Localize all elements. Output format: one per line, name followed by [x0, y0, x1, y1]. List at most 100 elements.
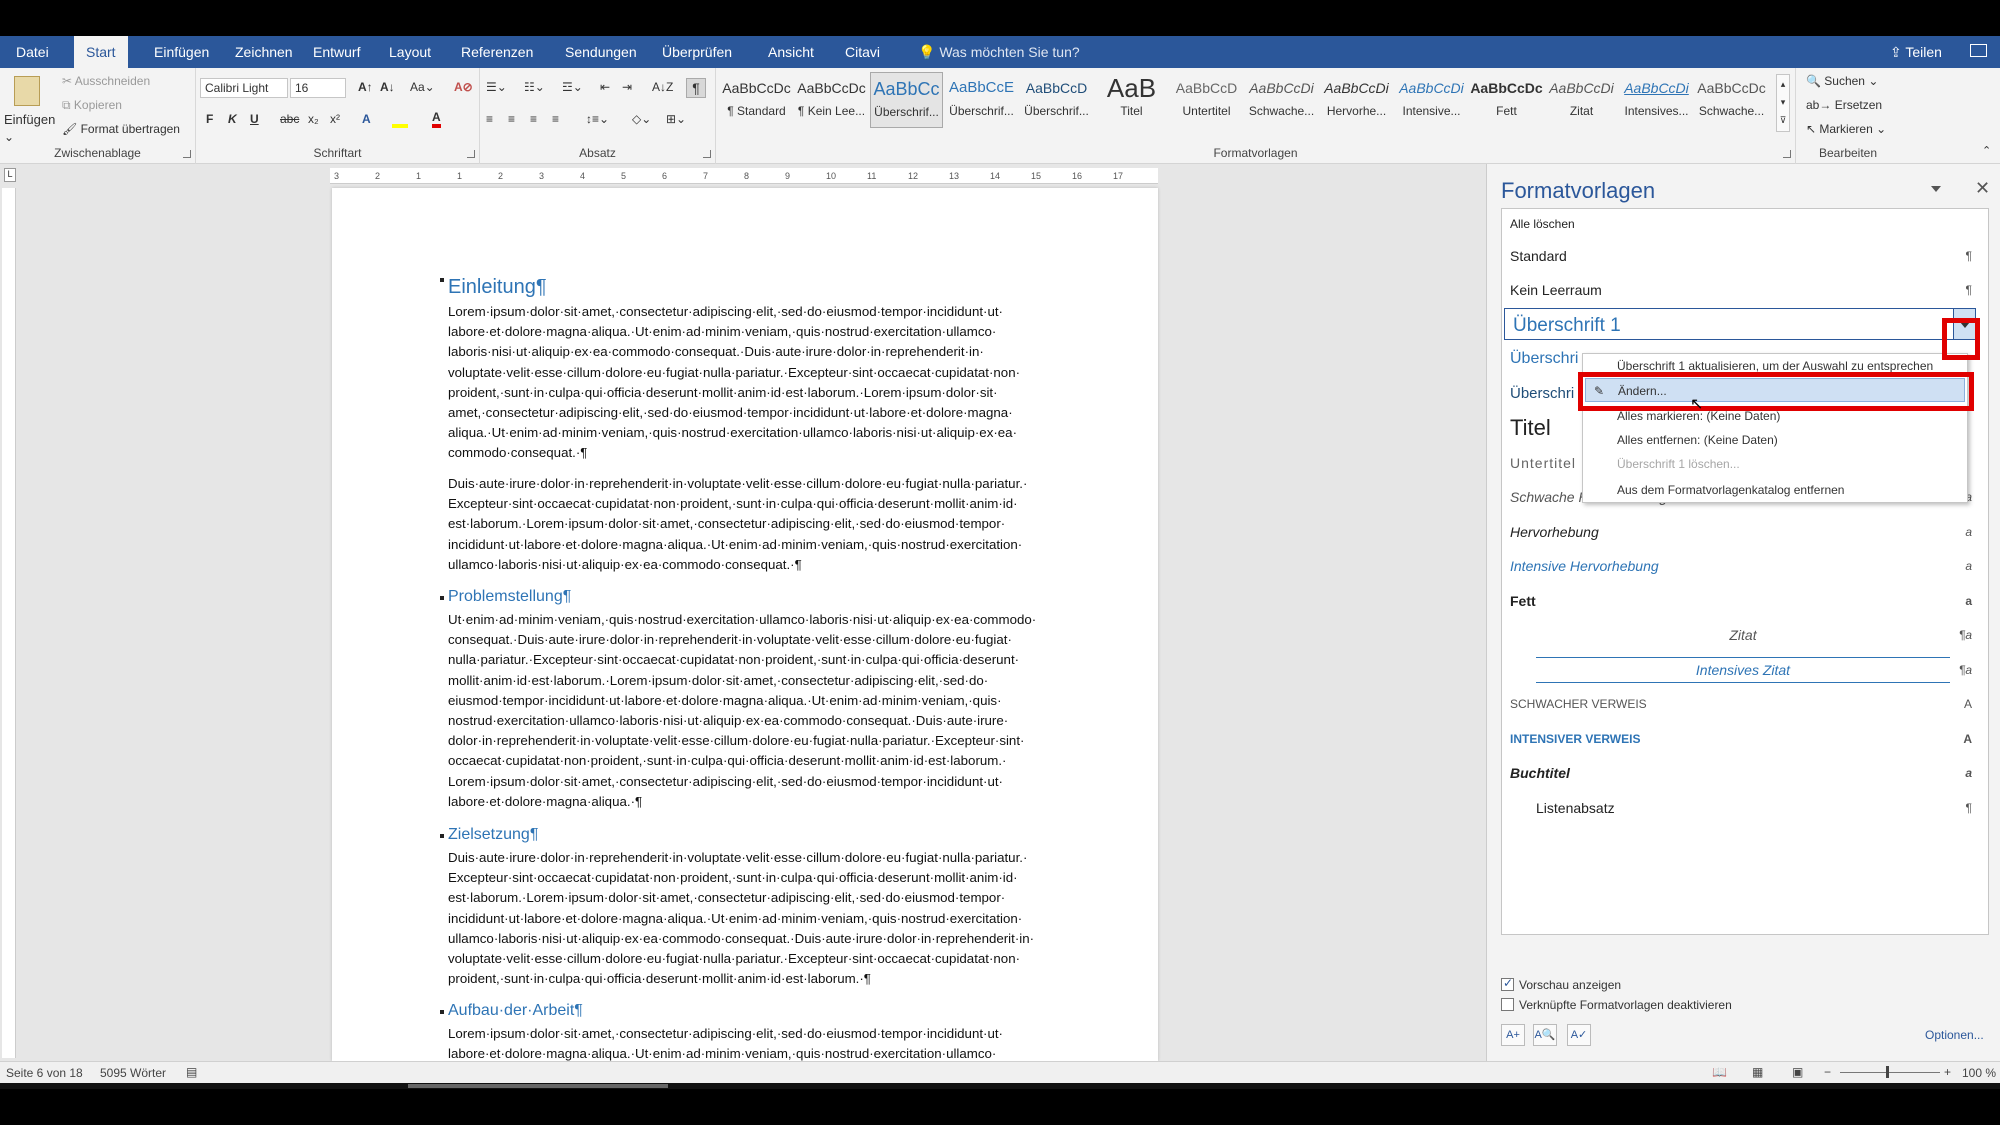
style-item-schwacher-verweis[interactable]: Schwacher Verweis a	[1510, 687, 1976, 721]
style-item-intensives-zitat[interactable]: Intensives Zitat ¶a	[1510, 653, 1976, 687]
document-page[interactable]: Einleitung¶ Lorem·ipsum·dolor·sit·amet,·…	[332, 188, 1158, 1061]
tab-einfuegen[interactable]: Einfügen	[142, 36, 221, 68]
tab-referenzen[interactable]: Referenzen	[449, 36, 545, 68]
tab-datei[interactable]: Datei	[4, 36, 61, 68]
new-style-icon[interactable]: A+	[1501, 1024, 1525, 1046]
style-tile-fett[interactable]: AaBbCcDc Fett	[1470, 72, 1543, 128]
shrink-font-icon[interactable]: A↓	[380, 80, 395, 94]
style-inspector-icon[interactable]: A🔍	[1533, 1024, 1557, 1046]
style-tile-schwache-hervorhebung[interactable]: AaBbCcDi Schwache...	[1245, 72, 1318, 128]
heading-einleitung[interactable]: Einleitung¶	[448, 276, 547, 299]
tab-sendungen[interactable]: Sendungen	[553, 36, 649, 68]
font-color-icon[interactable]: A	[432, 110, 441, 128]
paragraph-3[interactable]: Ut·enim·ad·minim·veniam,·quis·nostrud·ex…	[448, 610, 1060, 812]
style-item-listenabsatz[interactable]: Listenabsatz ¶	[1510, 791, 1976, 825]
style-tile-zitat[interactable]: AaBbCcDi Zitat	[1545, 72, 1618, 128]
line-spacing-icon[interactable]: ↕≡⌄	[586, 112, 609, 126]
comment-icon[interactable]	[1970, 44, 1987, 57]
tab-start[interactable]: Start	[74, 36, 128, 68]
align-left-icon[interactable]: ≡	[486, 112, 493, 126]
pane-options-icon[interactable]	[1931, 186, 1941, 192]
heading-aufbau[interactable]: Aufbau·der·Arbeit¶	[448, 1002, 583, 1020]
style-item-fett[interactable]: Fett a	[1510, 584, 1976, 618]
bullets-icon[interactable]: ☰⌄	[486, 80, 507, 94]
style-tile-ueberschrift-1[interactable]: AaBbCc Überschrif...	[870, 72, 943, 128]
multilevel-list-icon[interactable]: ☲⌄	[562, 80, 583, 94]
copy-button[interactable]: ⧉ Kopieren	[62, 98, 122, 113]
clear-format-icon[interactable]: A⊘	[454, 80, 473, 94]
style-item-standard[interactable]: Standard ¶	[1510, 239, 1976, 273]
find-button[interactable]: 🔍 Suchen ⌄	[1806, 74, 1878, 88]
menu-item-delete-style[interactable]: Überschrift 1 löschen...	[1617, 452, 1740, 476]
justify-icon[interactable]: ≡	[552, 112, 559, 126]
paste-button[interactable]: Einfügen	[4, 112, 55, 127]
collapse-ribbon-icon[interactable]: ⌃	[1982, 144, 1991, 157]
style-item-zitat[interactable]: Zitat ¶a	[1510, 618, 1976, 652]
word-count[interactable]: 5095 Wörter	[100, 1066, 166, 1080]
print-layout-icon[interactable]: ▦	[1752, 1065, 1763, 1079]
scrollbar-thumb[interactable]	[408, 1084, 668, 1088]
tab-ansicht[interactable]: Ansicht	[756, 36, 826, 68]
italic-button[interactable]: K	[228, 112, 237, 126]
align-right-icon[interactable]: ≡	[530, 112, 537, 126]
style-item-buchtitel[interactable]: Buchtitel a	[1510, 756, 1976, 790]
increase-indent-icon[interactable]: ⇥	[622, 80, 632, 94]
select-button[interactable]: ↖ Markieren ⌄	[1806, 122, 1886, 136]
vertical-ruler[interactable]	[2, 188, 16, 1058]
style-tile-kein-leerraum[interactable]: AaBbCcDc ¶ Kein Lee...	[795, 72, 868, 128]
zoom-level[interactable]: 100 %	[1962, 1066, 1996, 1080]
styles-launcher-icon[interactable]	[1783, 150, 1791, 158]
share-button[interactable]: ⇪ Teilen	[1890, 36, 1942, 68]
font-size-combo[interactable]: 16	[290, 78, 346, 98]
change-case-icon[interactable]: Aa⌄	[410, 80, 435, 94]
superscript-button[interactable]: x²	[330, 112, 340, 126]
tab-entwurf[interactable]: Entwurf	[301, 36, 372, 68]
text-effects-icon[interactable]: A	[362, 112, 371, 126]
show-preview-checkbox[interactable]	[1501, 976, 1514, 991]
numbering-icon[interactable]: ☷⌄	[524, 80, 545, 94]
close-icon[interactable]: ✕	[1975, 178, 1990, 199]
sort-icon[interactable]: A↓Z	[652, 80, 673, 94]
tab-ueberpruefen[interactable]: Überprüfen	[650, 36, 744, 68]
menu-item-remove-from-gallery[interactable]: Aus dem Formatvorlagenkatalog entfernen	[1617, 478, 1844, 502]
style-tile-intensives-zitat[interactable]: AaBbCcDi Intensives...	[1620, 72, 1693, 128]
style-item-kein-leerraum[interactable]: Kein Leerraum ¶	[1510, 273, 1976, 307]
paragraph-launcher-icon[interactable]	[703, 150, 711, 158]
tab-citavi[interactable]: Citavi	[833, 36, 892, 68]
shading-icon[interactable]: ◇⌄	[632, 112, 651, 126]
paste-dropdown-icon[interactable]: ⌄	[4, 130, 14, 144]
tab-zeichnen[interactable]: Zeichnen	[223, 36, 305, 68]
style-tile-hervorhebung[interactable]: AaBbCcDi Hervorhe...	[1320, 72, 1393, 128]
paragraph-5[interactable]: Lorem·ipsum·dolor·sit·amet,·consectetur·…	[448, 1024, 1060, 1061]
horizontal-ruler[interactable]: 3 2 1 1 2 3 4 5 6 7 8 9 10 11 12 13 14 15 16 17	[330, 168, 1158, 184]
grow-font-icon[interactable]: A↑	[358, 80, 373, 94]
zoom-out-icon[interactable]: −	[1824, 1065, 1831, 1079]
tab-layout[interactable]: Layout	[377, 36, 443, 68]
clipboard-launcher-icon[interactable]	[183, 150, 191, 158]
heading-problemstellung[interactable]: Problemstellung¶	[448, 588, 571, 606]
style-tile-ueberschrift-3[interactable]: AaBbCcD Überschrif...	[1020, 72, 1093, 128]
paragraph-2[interactable]: Duis·aute·irure·dolor·in·reprehenderit·i…	[448, 474, 1060, 575]
style-tile-standard[interactable]: AaBbCcDc ¶ Standard	[720, 72, 793, 128]
manage-styles-icon[interactable]: A✓	[1567, 1024, 1591, 1046]
style-item-ueberschrift-1[interactable]: Überschrift 1	[1504, 308, 1976, 340]
style-tile-untertitel[interactable]: AaBbCcD Untertitel	[1170, 72, 1243, 128]
heading-zielsetzung[interactable]: Zielsetzung¶	[448, 826, 538, 844]
paragraph-4[interactable]: Duis·aute·irure·dolor·in·reprehenderit·i…	[448, 848, 1060, 989]
disable-linked-checkbox[interactable]	[1501, 998, 1514, 1011]
strikethrough-button[interactable]: abc	[280, 112, 299, 126]
tab-selector-icon[interactable]: L	[4, 168, 16, 182]
styles-scroll-icon[interactable]: ▴ ▾ ⊽	[1776, 74, 1790, 132]
web-layout-icon[interactable]: ▣	[1792, 1065, 1803, 1079]
page-count[interactable]: Seite 6 von 18	[6, 1066, 83, 1080]
options-link[interactable]: Optionen...	[1925, 1028, 1984, 1042]
replace-button[interactable]: ab→ Ersetzen	[1806, 98, 1882, 112]
style-tile-titel[interactable]: AaB Titel	[1095, 72, 1168, 128]
read-mode-icon[interactable]: 📖	[1712, 1065, 1727, 1079]
font-launcher-icon[interactable]	[467, 150, 475, 158]
font-name-combo[interactable]: Calibri Light	[200, 78, 288, 98]
paragraph-1[interactable]: Lorem·ipsum·dolor·sit·amet,·consectetur·…	[448, 302, 1060, 464]
zoom-in-icon[interactable]: +	[1944, 1065, 1951, 1079]
paste-icon[interactable]	[14, 76, 40, 106]
style-item-intensive-hervorhebung[interactable]: Intensive Hervorhebung a	[1510, 549, 1976, 583]
